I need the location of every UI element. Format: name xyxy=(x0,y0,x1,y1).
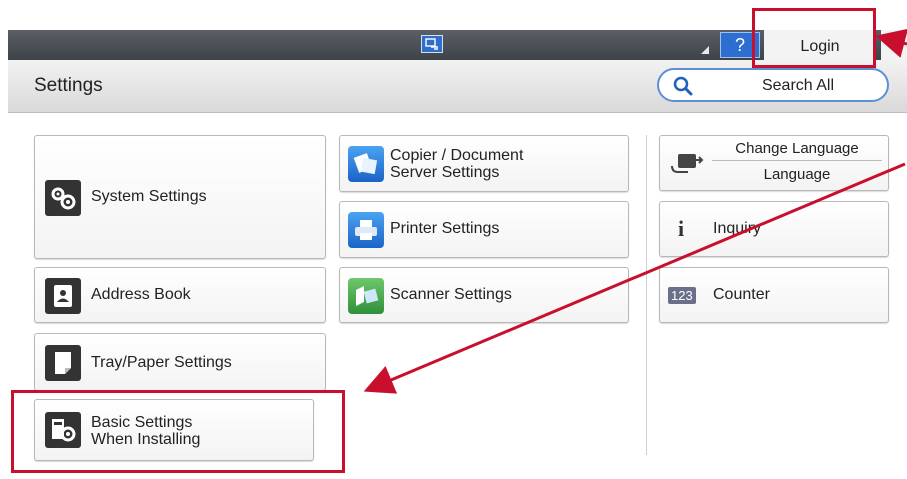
annotation-arrows xyxy=(363,28,907,394)
arrow-to-basic-settings xyxy=(363,162,906,394)
arrow-to-login xyxy=(875,28,907,58)
